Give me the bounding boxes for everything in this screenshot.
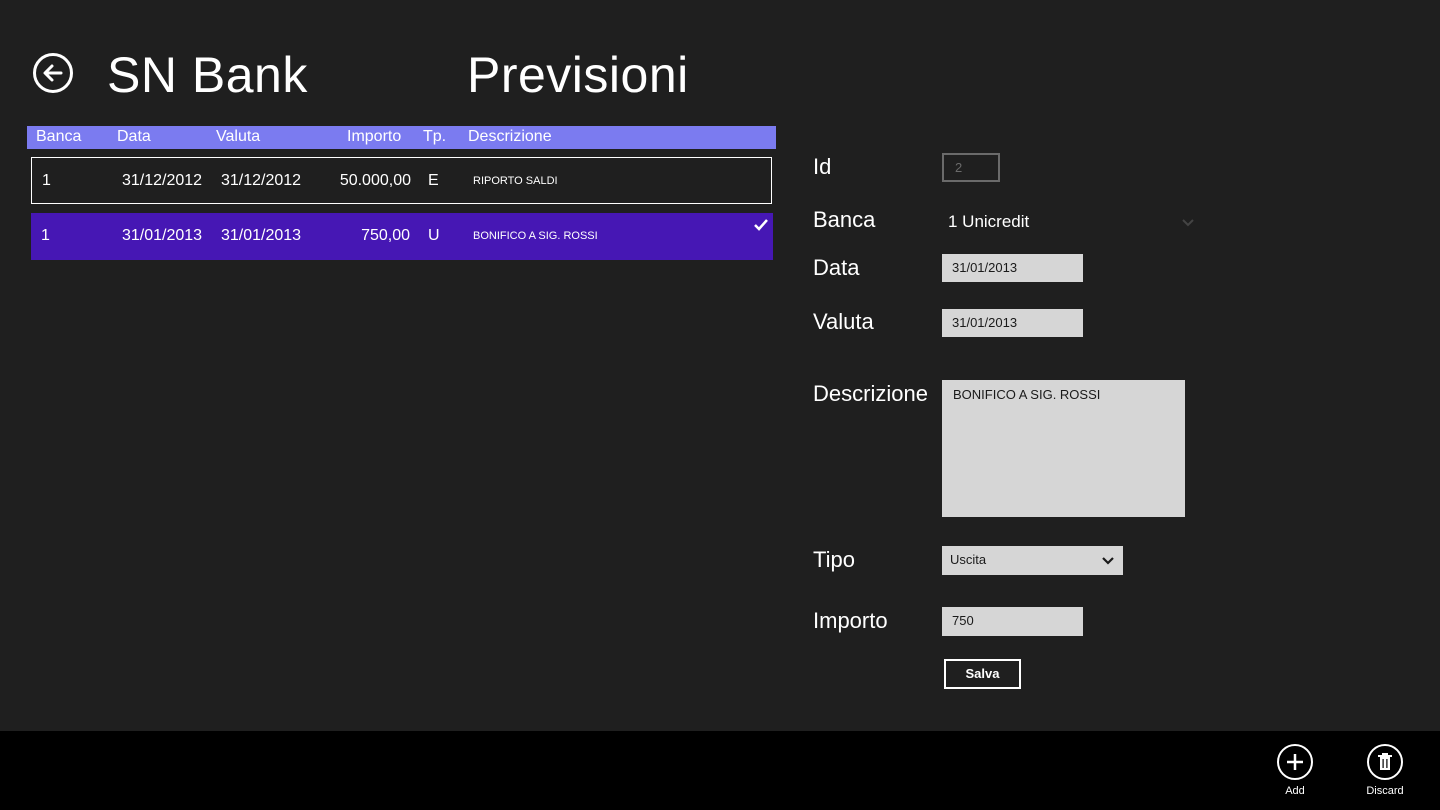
column-header-importo[interactable]: Importo bbox=[347, 128, 401, 146]
column-header-banca[interactable]: Banca bbox=[36, 128, 81, 146]
cell-banca: 1 bbox=[42, 172, 51, 189]
banca-select[interactable]: 1 Unicredit bbox=[948, 212, 1029, 232]
data-field[interactable]: 31/01/2013 bbox=[942, 254, 1083, 282]
list-item-selected[interactable]: 1 31/01/2013 31/01/2013 750,00 U BONIFIC… bbox=[31, 213, 773, 260]
back-button[interactable] bbox=[33, 53, 73, 93]
chevron-down-icon bbox=[1102, 557, 1114, 565]
page-title: Previsioni bbox=[467, 47, 689, 103]
cell-importo: 750,00 bbox=[361, 227, 410, 244]
arrow-left-icon bbox=[43, 64, 63, 82]
save-button[interactable]: Salva bbox=[944, 659, 1021, 689]
tipo-select[interactable]: Uscita bbox=[942, 546, 1123, 575]
tipo-label: Tipo bbox=[813, 547, 855, 572]
cell-descrizione: RIPORTO SALDI bbox=[473, 175, 558, 187]
add-label: Add bbox=[1285, 785, 1305, 797]
cell-valuta: 31/12/2012 bbox=[221, 172, 302, 189]
trash-icon bbox=[1367, 744, 1403, 780]
cell-descrizione: BONIFICO A SIG. ROSSI bbox=[473, 230, 598, 242]
banca-label: Banca bbox=[813, 207, 876, 232]
tipo-select-value: Uscita bbox=[950, 552, 987, 567]
cell-valuta: 31/01/2013 bbox=[221, 227, 302, 244]
app-bar: Add Discard bbox=[0, 731, 1440, 810]
checkmark-icon bbox=[754, 219, 768, 231]
data-label: Data bbox=[813, 255, 860, 280]
cell-data: 31/12/2012 bbox=[122, 172, 203, 189]
cell-data: 31/01/2013 bbox=[122, 227, 203, 244]
discard-label: Discard bbox=[1366, 785, 1404, 797]
cell-tipo: U bbox=[428, 227, 440, 244]
list-item[interactable]: 1 31/12/2012 31/12/2012 50.000,00 E RIPO… bbox=[31, 157, 772, 204]
descrizione-label: Descrizione bbox=[813, 381, 928, 406]
id-label: Id bbox=[813, 154, 832, 179]
valuta-label: Valuta bbox=[813, 309, 874, 334]
column-header-data[interactable]: Data bbox=[117, 128, 151, 146]
column-header-tipo[interactable]: Tp. bbox=[423, 128, 446, 146]
column-header-valuta[interactable]: Valuta bbox=[216, 128, 260, 146]
chevron-down-icon[interactable] bbox=[1180, 215, 1196, 231]
id-field: 2 bbox=[942, 153, 1000, 182]
importo-field[interactable]: 750 bbox=[942, 607, 1083, 636]
cell-importo: 50.000,00 bbox=[339, 172, 411, 189]
valuta-field[interactable]: 31/01/2013 bbox=[942, 309, 1083, 337]
discard-button[interactable]: Discard bbox=[1355, 744, 1415, 797]
cell-banca: 1 bbox=[41, 227, 50, 244]
column-header-descrizione[interactable]: Descrizione bbox=[468, 128, 552, 146]
add-button[interactable]: Add bbox=[1265, 744, 1325, 797]
add-icon bbox=[1277, 744, 1313, 780]
cell-tipo: E bbox=[428, 172, 439, 189]
descrizione-field[interactable]: BONIFICO A SIG. ROSSI bbox=[942, 380, 1185, 517]
importo-label: Importo bbox=[813, 608, 888, 633]
list-header: Banca Data Valuta Importo Tp. Descrizion… bbox=[27, 126, 776, 149]
app-title: SN Bank bbox=[107, 47, 308, 103]
